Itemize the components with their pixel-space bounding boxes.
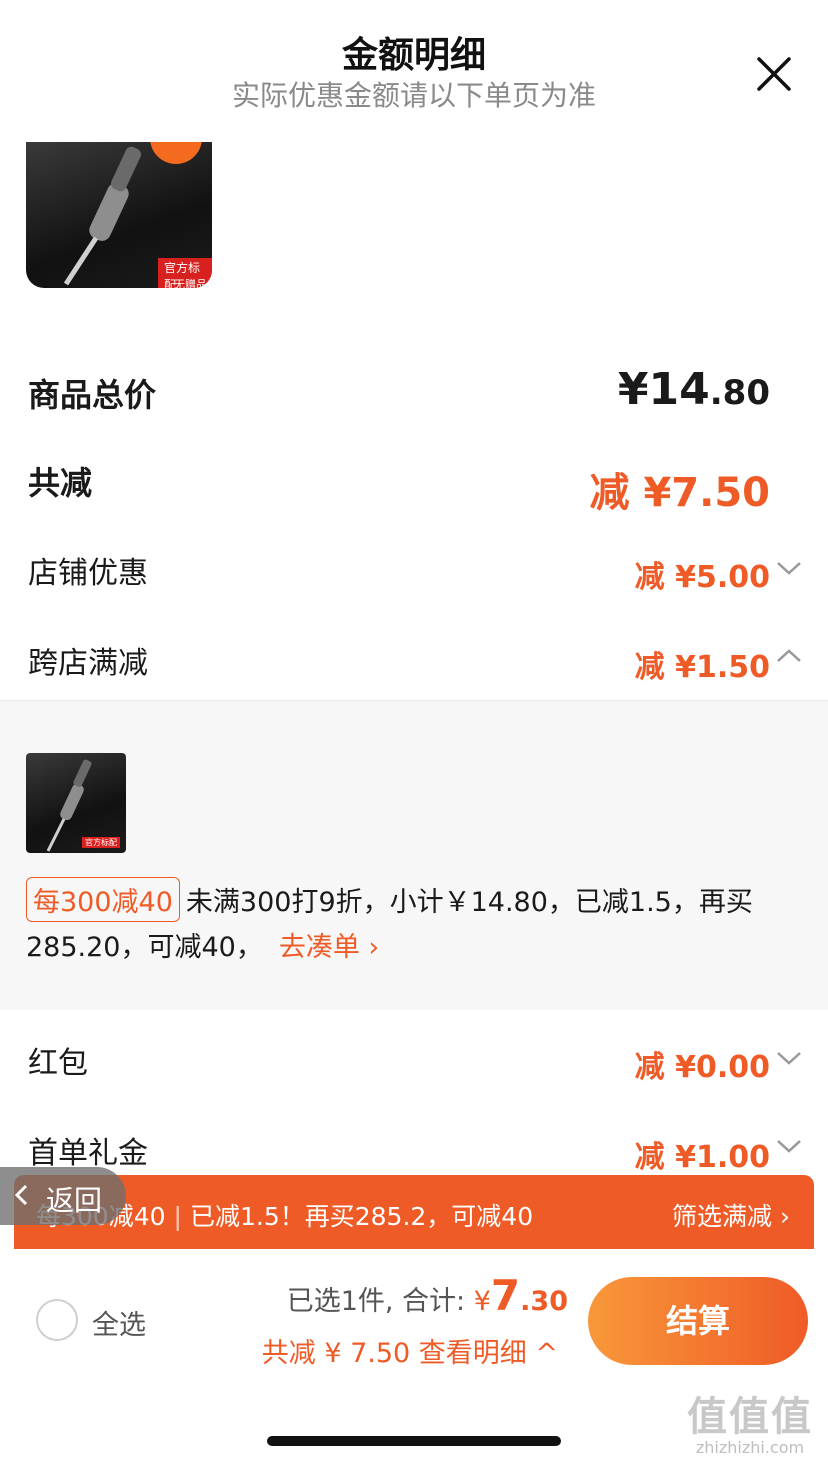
watermark-logo: 值值值 zhizhizhi.com	[680, 1384, 820, 1457]
total-dec: .30	[520, 1286, 568, 1317]
first-order-gift-label: 首单礼金	[28, 1136, 148, 1171]
total-price-label: 商品总价	[28, 376, 157, 414]
currency-symbol: ¥	[617, 364, 649, 415]
filter-discount-link[interactable]: 筛选满减 ›	[672, 1197, 790, 1233]
cross-store-detail-panel: 官方标配 每300减40 未满300打9折，小计￥14.80，已减1.5，再买 2…	[0, 700, 828, 1010]
chevron-down-icon[interactable]	[776, 1050, 802, 1066]
price-dec: .80	[709, 373, 770, 413]
total-int: 7	[490, 1271, 521, 1320]
back-button[interactable]: 返回	[0, 1167, 126, 1225]
total-price-value: ¥14.80	[618, 364, 770, 415]
promo-banner[interactable]: 每300减40|已减1.5！再买285.2，可减40 筛选满减 ›	[14, 1175, 814, 1249]
store-discount-row[interactable]: 店铺优惠 减 ¥5.00	[0, 544, 828, 600]
checkout-button[interactable]: 结算	[588, 1277, 808, 1365]
currency-symbol: ¥	[473, 1286, 491, 1317]
watermark-url: zhizhizhi.com	[695, 1438, 805, 1457]
promo-description: 每300减40 未满300打9折，小计￥14.80，已减1.5，再买	[26, 877, 753, 922]
total-discount-label: 共减	[28, 464, 93, 502]
cross-store-label: 跨店满减	[28, 646, 148, 681]
header: 金额明细 实际优惠金额请以下单页为准	[0, 0, 828, 130]
total-discount-value: 减 ¥7.50	[589, 470, 770, 516]
select-all-label[interactable]: 全选	[92, 1303, 146, 1342]
view-details-link[interactable]: 共减 ¥ 7.50 查看明细 ^	[262, 1331, 558, 1370]
banner-status: 已减1.5！再买285.2，可减40	[189, 1202, 534, 1231]
back-label: 返回	[46, 1184, 103, 1217]
chevron-down-icon[interactable]	[776, 1138, 802, 1154]
chevron-left-icon	[14, 1184, 28, 1206]
official-tag: 官方标配	[82, 837, 120, 848]
add-items-link[interactable]: 去凑单 ›	[279, 932, 379, 963]
red-packet-value: 减 ¥0.00	[634, 1050, 770, 1085]
page-subtitle: 实际优惠金额请以下单页为准	[231, 79, 596, 112]
first-order-gift-value: 减 ¥1.00	[634, 1140, 770, 1175]
cross-store-row[interactable]: 跨店满减 减 ¥1.50	[0, 634, 828, 690]
selection-summary: 已选1件, 合计: ¥7.30	[287, 1271, 568, 1320]
promo-text-line2: 285.20，可减40，	[26, 932, 263, 963]
cross-store-value: 减 ¥1.50	[634, 650, 770, 685]
total-discount-row: 共减 减 ¥7.50	[0, 452, 828, 516]
home-indicator	[267, 1436, 561, 1446]
red-packet-row[interactable]: 红包 减 ¥0.00	[0, 1034, 828, 1090]
total-price-row: 商品总价 ¥14.80	[0, 364, 828, 424]
selected-count: 已选1件, 合计:	[286, 1286, 474, 1317]
chevron-down-icon[interactable]	[776, 560, 802, 576]
store-discount-value: 减 ¥5.00	[634, 560, 770, 595]
banner-divider: |	[173, 1202, 182, 1231]
gift-label: 无赠品	[174, 278, 207, 288]
promo-description-cont: 285.20，可减40， 去凑单 ›	[26, 925, 379, 964]
select-all-radio[interactable]	[36, 1299, 78, 1341]
panel-product-image[interactable]: 官方标配	[26, 753, 126, 853]
price-int: 14	[648, 364, 710, 415]
red-packet-label: 红包	[28, 1046, 88, 1081]
close-icon[interactable]	[756, 56, 792, 92]
promo-tag: 每300减40	[26, 877, 180, 922]
watermark-text: 值值值	[687, 1394, 813, 1440]
page-title: 金额明细	[341, 35, 486, 76]
first-order-gift-row[interactable]: 首单礼金 减 ¥1.00	[0, 1124, 828, 1175]
store-discount-label: 店铺优惠	[28, 556, 148, 591]
promo-text-line1: 未满300打9折，小计￥14.80，已减1.5，再买	[185, 887, 753, 918]
chevron-up-icon[interactable]	[776, 648, 802, 664]
product-image[interactable]: 官方标配 无赠品	[26, 142, 212, 288]
